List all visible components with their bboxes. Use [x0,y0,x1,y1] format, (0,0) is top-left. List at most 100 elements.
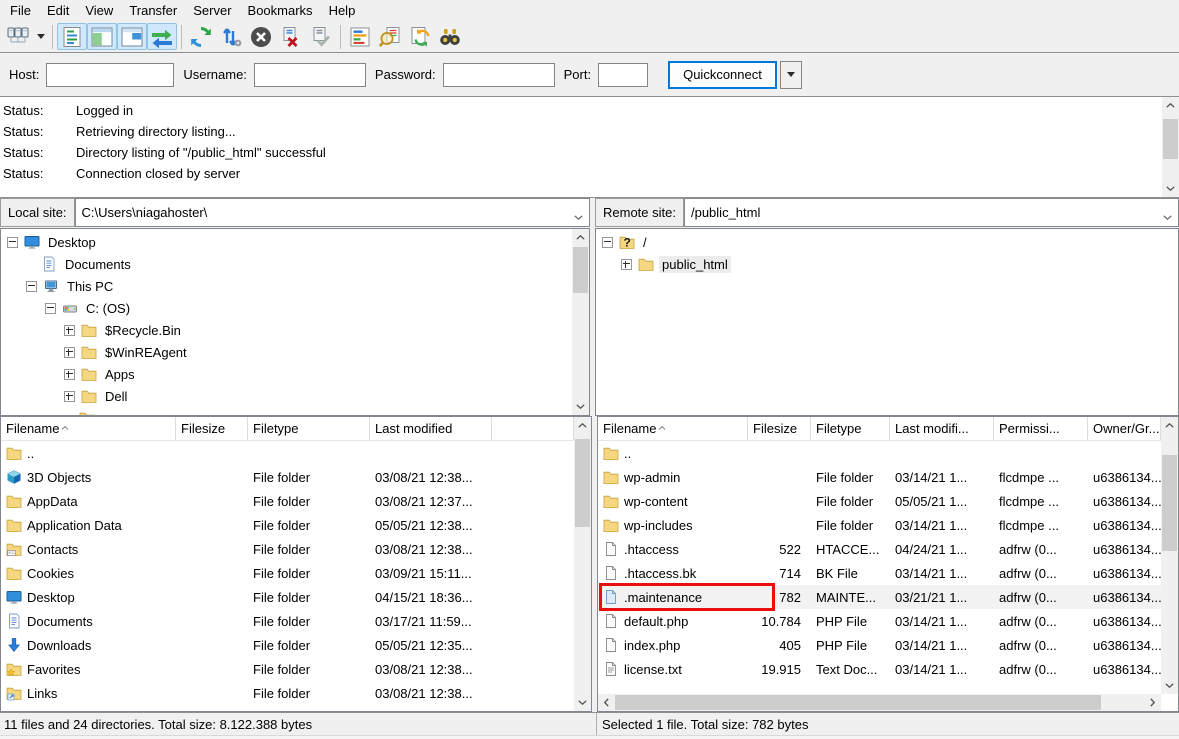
expand-icon[interactable] [621,259,632,270]
file-row-item[interactable]: .. [1,441,574,465]
file-row-contacts[interactable]: ContactsFile folder03/08/21 12:38... [1,537,574,561]
file-row-maintenance[interactable]: .maintenance782MAINTE...03/21/21 1...adf… [598,585,1161,609]
tree-item-winreagent[interactable]: $WinREAgent [1,341,589,363]
menu-file[interactable]: File [2,1,39,20]
tree-item-desktop[interactable]: Desktop [1,231,589,253]
file-row-links[interactable]: LinksFile folder03/08/21 12:38... [1,681,574,705]
scroll-left-icon[interactable] [598,694,615,711]
toggle-message-log-button[interactable] [57,23,87,50]
file-row-item[interactable]: .. [598,441,1161,465]
tree-item-item[interactable]: ?/ [596,231,1178,253]
file-row-appdata[interactable]: AppDataFile folder03/08/21 12:37... [1,489,574,513]
column-header-last-modifi[interactable]: Last modifi... [890,417,994,440]
file-row-downloads[interactable]: DownloadsFile folder05/05/21 12:35... [1,633,574,657]
column-header-permissi[interactable]: Permissi... [994,417,1088,440]
file-row-htaccess-bk[interactable]: .htaccess.bk714BK File03/14/21 1...adfrw… [598,561,1161,585]
scroll-down-icon[interactable] [1161,677,1178,694]
collapse-icon[interactable] [26,281,37,292]
toggle-local-tree-button[interactable] [87,23,117,50]
file-row-license-txt[interactable]: license.txt19.915Text Doc...03/14/21 1..… [598,657,1161,681]
cancel-button[interactable] [246,23,276,50]
chevron-down-icon[interactable] [574,208,583,223]
scroll-right-icon[interactable] [1144,694,1161,711]
file-row-default-php[interactable]: default.php10.784PHP File03/14/21 1...ad… [598,609,1161,633]
collapse-icon[interactable] [45,303,56,314]
scroll-up-icon[interactable] [572,229,589,246]
tree-item-dell[interactable]: Dell [1,385,589,407]
scrollbar-thumb[interactable] [575,439,590,527]
column-header-filetype[interactable]: Filetype [811,417,890,440]
tree-item-public-html[interactable]: public_html [596,253,1178,275]
scrollbar-thumb[interactable] [1163,119,1178,159]
site-manager-dropdown[interactable] [33,23,48,50]
scroll-up-icon[interactable] [1162,97,1179,114]
menu-view[interactable]: View [77,1,121,20]
log-scrollbar[interactable] [1162,97,1179,197]
file-row-favorites[interactable]: FavoritesFile folder03/08/21 12:38... [1,657,574,681]
file-row-3d-objects[interactable]: 3D ObjectsFile folder03/08/21 12:38... [1,465,574,489]
scroll-down-icon[interactable] [572,398,589,415]
tree-item-documents[interactable]: Documents [1,253,589,275]
tree-item-item[interactable] [1,407,589,416]
column-header-filesize[interactable]: Filesize [176,417,248,440]
port-input[interactable] [598,63,648,87]
synchronized-browsing-button[interactable] [405,23,435,50]
column-header-filesize[interactable]: Filesize [748,417,811,440]
local-tree-scrollbar[interactable] [572,229,589,415]
directory-comparison-button[interactable] [375,23,405,50]
file-row-wp-includes[interactable]: wp-includesFile folder03/14/21 1...flcdm… [598,513,1161,537]
scrollbar-thumb[interactable] [1162,455,1177,551]
expand-icon[interactable] [64,391,75,402]
file-row-cookies[interactable]: CookiesFile folder03/09/21 15:11... [1,561,574,585]
column-header-owner-gr[interactable]: Owner/Gr... [1088,417,1161,440]
menu-bookmarks[interactable]: Bookmarks [240,1,321,20]
toggle-transfer-queue-button[interactable] [147,23,177,50]
remote-list-scrollbar[interactable] [1161,417,1178,694]
file-row-wp-content[interactable]: wp-contentFile folder05/05/21 1...flcdmp… [598,489,1161,513]
local-path-combo[interactable]: C:\Users\niagahoster\ [75,198,590,227]
host-input[interactable] [46,63,174,87]
scroll-down-icon[interactable] [574,694,591,711]
scroll-down-icon[interactable] [1162,180,1179,197]
tree-item-this-pc[interactable]: This PC [1,275,589,297]
quickconnect-button[interactable]: Quickconnect [668,61,777,89]
column-header-filetype[interactable]: Filetype [248,417,370,440]
scrollbar-thumb[interactable] [573,247,588,293]
menu-edit[interactable]: Edit [39,1,77,20]
quickconnect-dropdown[interactable] [780,61,802,89]
tree-item-c-os[interactable]: C: (OS) [1,297,589,319]
expand-icon[interactable] [64,369,75,380]
menu-server[interactable]: Server [185,1,239,20]
file-row-wp-admin[interactable]: wp-adminFile folder03/14/21 1...flcdmpe … [598,465,1161,489]
toggle-remote-tree-button[interactable] [117,23,147,50]
column-header-filename[interactable]: Filename [598,417,748,440]
refresh-button[interactable] [186,23,216,50]
password-input[interactable] [443,63,555,87]
username-input[interactable] [254,63,366,87]
file-row-application-data[interactable]: Application DataFile folder05/05/21 12:3… [1,513,574,537]
column-header-blank[interactable] [492,417,574,440]
filter-button[interactable] [345,23,375,50]
tree-item-recycle-bin[interactable]: $Recycle.Bin [1,319,589,341]
scrollbar-thumb[interactable] [615,695,1101,710]
find-files-button[interactable] [435,23,465,50]
menu-transfer[interactable]: Transfer [121,1,185,20]
remote-path-combo[interactable]: /public_html [684,198,1179,227]
scroll-up-icon[interactable] [1161,417,1178,434]
expand-icon[interactable] [64,325,75,336]
site-manager-button[interactable] [3,23,33,50]
file-row-htaccess[interactable]: .htaccess522HTACCE...04/24/21 1...adfrw … [598,537,1161,561]
file-row-index-php[interactable]: index.php405PHP File03/14/21 1...adfrw (… [598,633,1161,657]
menu-help[interactable]: Help [321,1,364,20]
local-list-scrollbar[interactable] [574,417,591,711]
collapse-icon[interactable] [7,237,18,248]
tree-item-apps[interactable]: Apps [1,363,589,385]
disconnect-button[interactable] [276,23,306,50]
column-header-filename[interactable]: Filename [1,417,176,440]
file-row-desktop[interactable]: DesktopFile folder04/15/21 18:36... [1,585,574,609]
collapse-icon[interactable] [602,237,613,248]
expand-icon[interactable] [64,347,75,358]
reconnect-button[interactable] [306,23,336,50]
file-row-documents[interactable]: DocumentsFile folder03/17/21 11:59... [1,609,574,633]
column-header-last-modified[interactable]: Last modified [370,417,492,440]
